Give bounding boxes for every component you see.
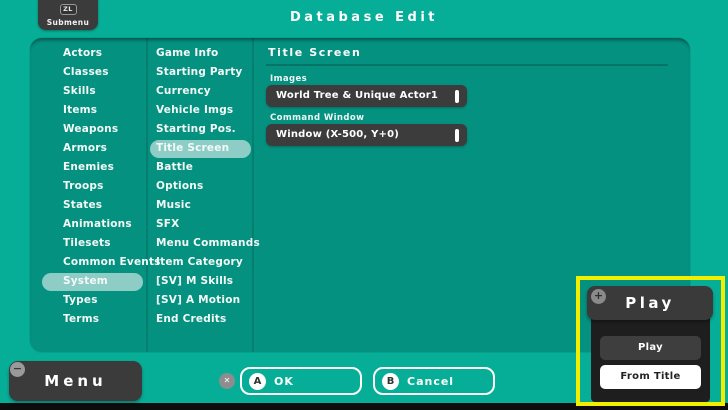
section-item-label: Game Info — [156, 47, 219, 59]
category-item-label: Weapons — [63, 123, 119, 135]
plus-icon: + — [591, 289, 606, 304]
b-key-icon: B — [382, 372, 399, 390]
section-item-label: Music — [156, 199, 191, 211]
category-item-label: System — [63, 275, 108, 287]
section-item-label: Menu Commands — [156, 237, 260, 249]
category-item-label: Armors — [63, 142, 108, 154]
command-window-field[interactable]: Window (X-500, Y+0) — [266, 124, 467, 146]
ok-button-label: OK — [274, 374, 294, 388]
section-item-label: Vehicle Imgs — [156, 104, 234, 116]
images-field[interactable]: World Tree & Unique Actor1 — [266, 85, 467, 107]
category-item-label: Enemies — [63, 161, 115, 173]
play-popup-header[interactable]: Play — [587, 286, 713, 320]
section-item-options[interactable]: Options — [148, 177, 252, 196]
play-popup-panel: Play From Title — [591, 318, 710, 402]
category-item-label: Animations — [63, 218, 132, 230]
category-item-label: Tilesets — [63, 237, 111, 249]
cancel-button[interactable]: B Cancel — [373, 367, 495, 395]
category-item-label: Common Events — [63, 256, 161, 268]
section-item-label: Title Screen — [156, 142, 230, 154]
section-item-music[interactable]: Music — [148, 196, 252, 215]
category-item-label: Actors — [63, 47, 103, 59]
section-item-item-category[interactable]: Item Category — [148, 253, 252, 272]
close-icon: ✕ — [219, 373, 235, 389]
category-item-states[interactable]: States — [30, 196, 146, 215]
section-item-menu-commands[interactable]: Menu Commands — [148, 234, 260, 253]
system-section-list: Game Info Starting Party Currency Vehicle I… — [148, 44, 260, 329]
category-item-weapons[interactable]: Weapons — [30, 120, 146, 139]
section-item-vehicle-imgs[interactable]: Vehicle Imgs — [148, 101, 252, 120]
command-window-field-label: Command Window — [270, 113, 365, 123]
section-item-starting-pos[interactable]: Starting Pos. — [148, 120, 252, 139]
ok-button[interactable]: A OK — [240, 367, 362, 395]
section-item-currency[interactable]: Currency — [148, 82, 252, 101]
category-item-actors[interactable]: Actors — [30, 44, 146, 63]
category-list: Actors Classes Skills Items Weapons Armors Ene… — [30, 44, 161, 329]
section-item-game-info[interactable]: Game Info — [148, 44, 252, 63]
column-divider-right — [252, 38, 254, 352]
section-item-label: SFX — [156, 218, 180, 230]
category-item-common-events[interactable]: Common Events — [30, 253, 161, 272]
detail-title: Title Screen — [268, 46, 362, 59]
zl-shoulder-icon: ZL — [59, 4, 77, 15]
category-item-skills[interactable]: Skills — [30, 82, 146, 101]
section-item-label: Starting Pos. — [156, 123, 236, 135]
category-item-label: States — [63, 199, 103, 211]
category-item-tilesets[interactable]: Tilesets — [30, 234, 146, 253]
category-item-label: Items — [63, 104, 98, 116]
section-item-label: Options — [156, 180, 204, 192]
minus-icon: − — [10, 362, 25, 377]
category-item-items[interactable]: Items — [30, 101, 146, 120]
category-item-terms[interactable]: Terms — [30, 310, 146, 329]
section-item-label: Battle — [156, 161, 194, 173]
category-item-label: Types — [63, 294, 98, 306]
images-field-value: World Tree & Unique Actor1 — [276, 90, 439, 101]
category-item-enemies[interactable]: Enemies — [30, 158, 146, 177]
a-key-icon: A — [249, 372, 266, 390]
page-title: Database Edit — [289, 10, 439, 25]
submenu-label: Submenu — [46, 18, 90, 27]
section-item-end-credits[interactable]: End Credits — [148, 310, 252, 329]
section-item-sv-a-motion[interactable]: [SV] A Motion — [148, 291, 252, 310]
section-item-label: [SV] M Skills — [156, 275, 234, 287]
cancel-button-label: Cancel — [407, 374, 455, 388]
scrollbar-thumb-icon — [455, 89, 459, 103]
section-item-battle[interactable]: Battle — [148, 158, 252, 177]
section-item-sfx[interactable]: SFX — [148, 215, 252, 234]
category-item-classes[interactable]: Classes — [30, 63, 146, 82]
popup-item-from-title[interactable]: From Title — [600, 365, 701, 389]
section-item-label: Currency — [156, 85, 211, 97]
category-item-troops[interactable]: Troops — [30, 177, 146, 196]
section-item-label: End Credits — [156, 313, 227, 325]
images-field-label: Images — [270, 74, 308, 84]
detail-divider — [266, 64, 668, 66]
category-item-types[interactable]: Types — [30, 291, 146, 310]
section-item-title-screen[interactable]: Title Screen — [148, 139, 252, 158]
category-item-animations[interactable]: Animations — [30, 215, 146, 234]
category-item-armors[interactable]: Armors — [30, 139, 146, 158]
section-item-sv-m-skills[interactable]: [SV] M Skills — [148, 272, 252, 291]
section-item-label: Starting Party — [156, 66, 243, 78]
category-item-label: Classes — [63, 66, 109, 78]
popup-item-play[interactable]: Play — [600, 336, 701, 360]
category-item-label: Skills — [63, 85, 96, 97]
bottom-letterbox — [0, 403, 728, 410]
section-item-starting-party[interactable]: Starting Party — [148, 63, 252, 82]
command-window-field-value: Window (X-500, Y+0) — [276, 129, 400, 140]
section-item-label: [SV] A Motion — [156, 294, 241, 306]
scrollbar-thumb-icon — [455, 128, 459, 142]
category-item-label: Terms — [63, 313, 100, 325]
category-item-label: Troops — [63, 180, 104, 192]
category-item-system[interactable]: System — [30, 272, 146, 291]
section-item-label: Item Category — [156, 256, 243, 268]
menu-button[interactable]: Menu — [9, 361, 142, 401]
submenu-button[interactable]: ZL Submenu — [38, 0, 98, 30]
